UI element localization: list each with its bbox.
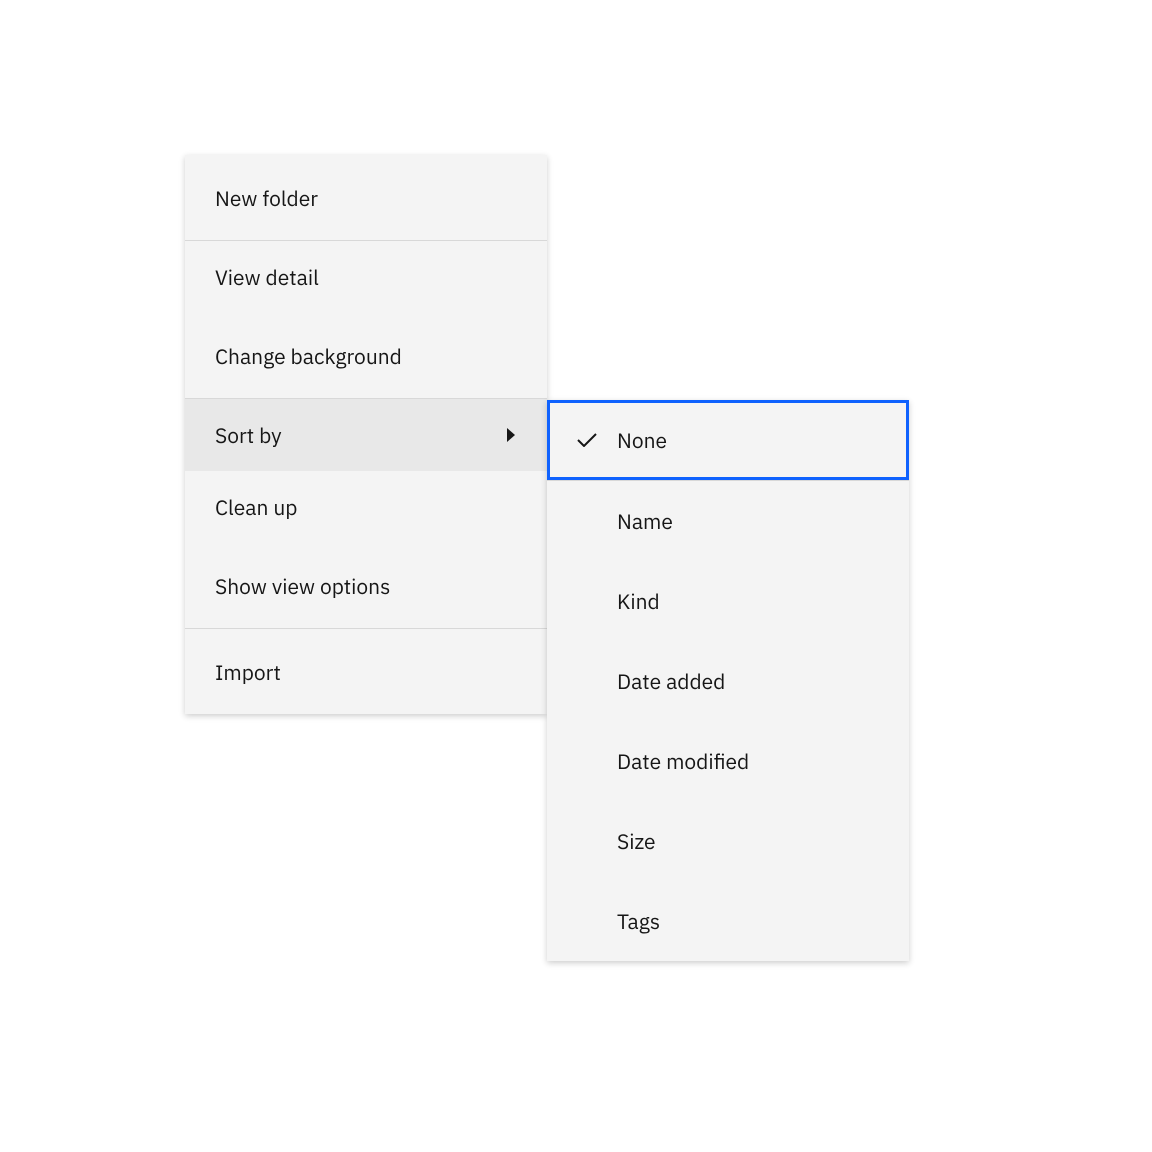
checkmark-icon	[577, 433, 617, 447]
submenu-item-label: Date modified	[577, 747, 879, 775]
submenu-group-2: Name Kind Date added Date modified Size …	[547, 481, 909, 961]
menu-item-sort-by[interactable]: Sort by	[185, 399, 547, 471]
menu-item-show-view-options[interactable]: Show view options	[185, 543, 547, 628]
submenu-item-label: Date added	[577, 667, 879, 695]
menu-item-clean-up[interactable]: Clean up	[185, 471, 547, 543]
submenu-item-label: Kind	[577, 587, 879, 615]
submenu-item-label: None	[617, 426, 879, 454]
menu-group-4: Import	[185, 629, 547, 714]
menu-item-label: Clean up	[215, 493, 298, 521]
menu-item-label: New folder	[215, 184, 318, 212]
menu-item-label: Change background	[215, 342, 402, 370]
menu-group-1: New folder	[185, 155, 547, 241]
menu-item-import[interactable]: Import	[185, 629, 547, 714]
submenu-item-label: Tags	[577, 907, 879, 935]
menu-item-label: Sort by	[215, 421, 282, 449]
submenu-item-kind[interactable]: Kind	[547, 561, 909, 641]
menu-item-label: Import	[215, 658, 281, 686]
submenu-item-label: Size	[577, 827, 879, 855]
submenu-item-date-added[interactable]: Date added	[547, 641, 909, 721]
submenu-item-name[interactable]: Name	[547, 481, 909, 561]
submenu-item-date-modified[interactable]: Date modified	[547, 721, 909, 801]
menu-item-view-detail[interactable]: View detail	[185, 241, 547, 313]
submenu-item-tags[interactable]: Tags	[547, 881, 909, 961]
menu-group-2: View detail Change background	[185, 241, 547, 399]
menu-item-new-folder[interactable]: New folder	[185, 155, 547, 240]
menu-item-label: Show view options	[215, 572, 390, 600]
sort-by-submenu: None Name Kind Date added Date modified …	[547, 400, 909, 961]
menu-item-change-background[interactable]: Change background	[185, 313, 547, 398]
submenu-group-1: None	[547, 400, 909, 481]
submenu-item-label: Name	[577, 507, 879, 535]
menu-item-label: View detail	[215, 263, 319, 291]
context-menu: New folder View detail Change background…	[185, 155, 547, 714]
submenu-item-none[interactable]: None	[547, 400, 909, 480]
chevron-right-icon	[505, 428, 517, 442]
menu-group-3: Sort by Clean up Show view options	[185, 399, 547, 629]
submenu-item-size[interactable]: Size	[547, 801, 909, 881]
